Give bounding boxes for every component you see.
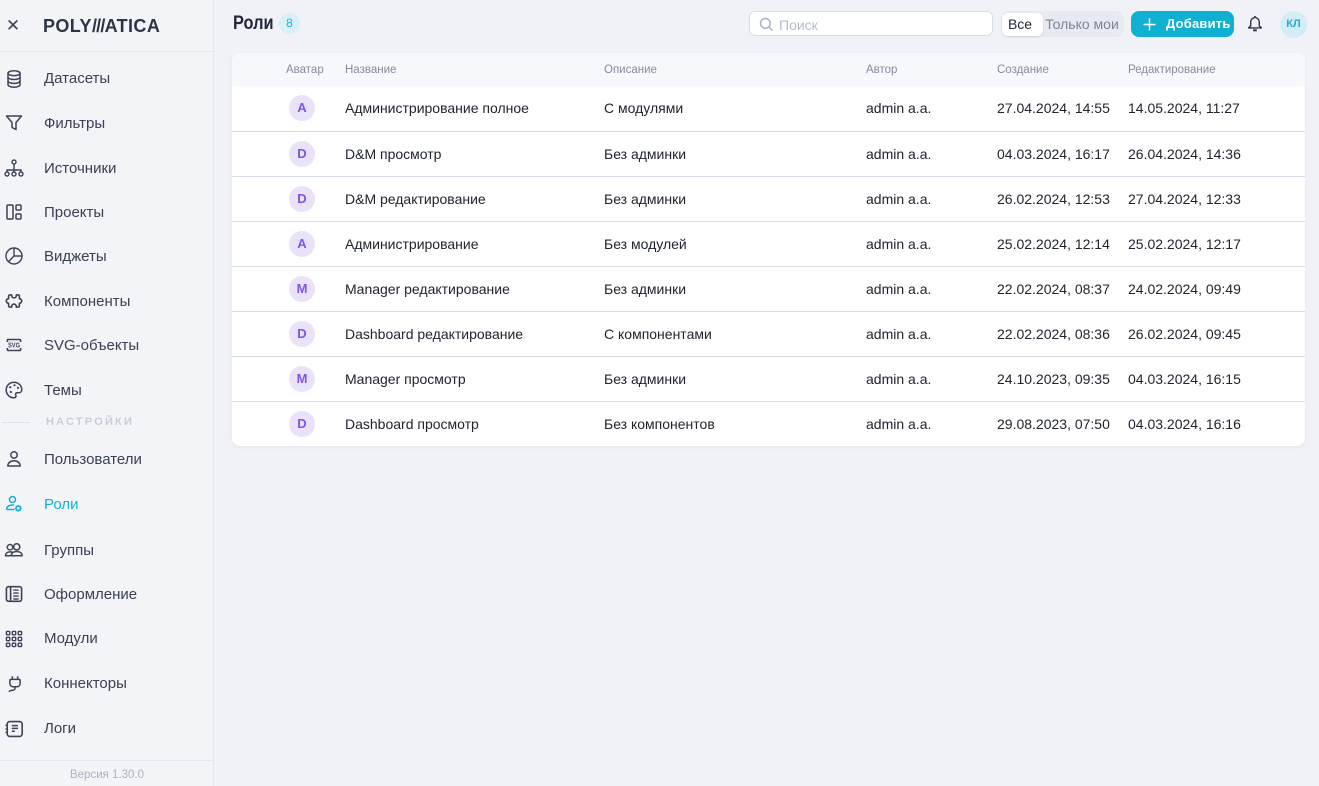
- svg-text:SVG: SVG: [8, 341, 20, 350]
